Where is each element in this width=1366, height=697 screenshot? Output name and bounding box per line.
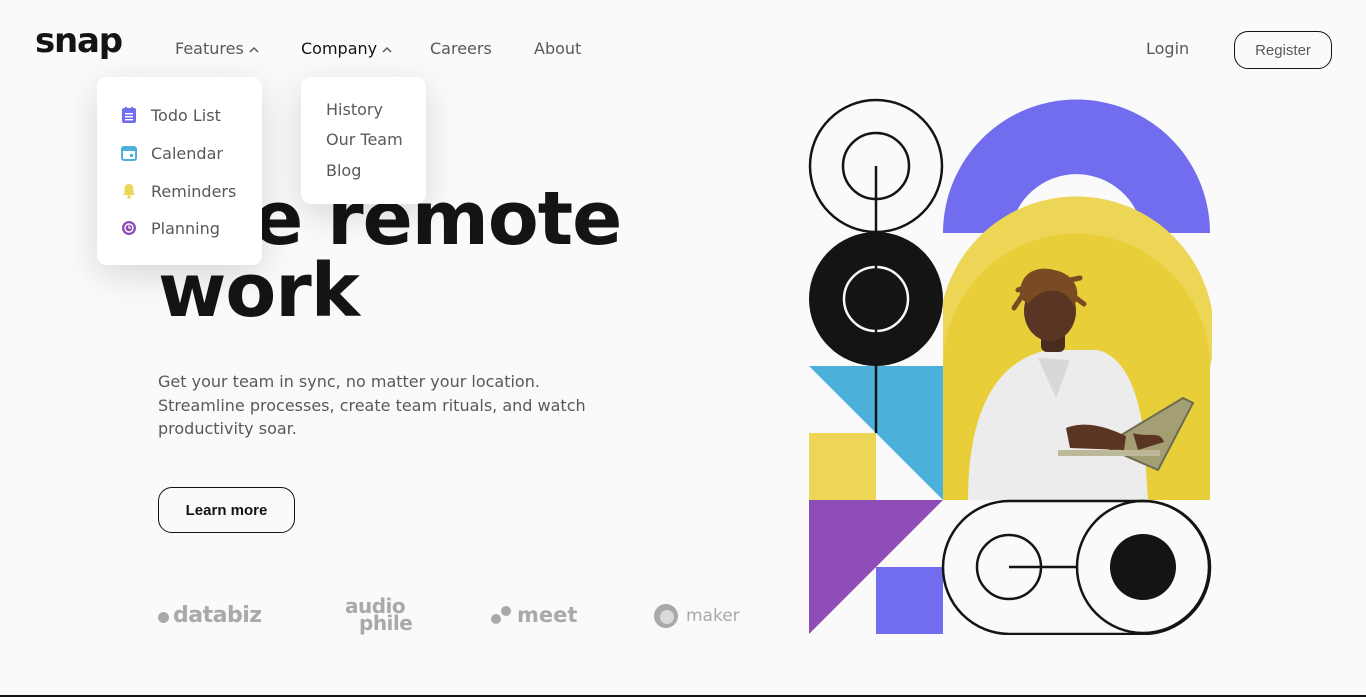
- purple-square-shape: [876, 567, 943, 634]
- nav-features-label: Features: [175, 39, 244, 58]
- databiz-wordmark: databiz: [173, 603, 262, 628]
- features-dropdown: Todo List Calendar Reminders Planning: [97, 77, 262, 265]
- audiophile-wordmark-bottom: phile: [359, 611, 413, 635]
- menu-item-reminders[interactable]: Reminders: [121, 181, 262, 201]
- menu-item-label: Planning: [151, 218, 220, 238]
- maker-circle-icon: [654, 604, 678, 628]
- bell-icon: [121, 183, 137, 199]
- nav-careers[interactable]: Careers: [430, 38, 492, 60]
- todo-list-icon: [121, 107, 137, 123]
- meet-logo: meet: [491, 603, 577, 627]
- nav-features[interactable]: Features: [175, 38, 259, 60]
- meet-wordmark: meet: [517, 603, 578, 627]
- menu-item-todo-list[interactable]: Todo List: [121, 105, 262, 125]
- menu-item-history[interactable]: History: [326, 99, 426, 119]
- hero-illustration: [808, 98, 1212, 635]
- audiophile-logo: audio phile: [345, 596, 413, 635]
- menu-item-blog[interactable]: Blog: [326, 160, 426, 180]
- chevron-up-icon: [249, 46, 259, 53]
- calendar-icon: [121, 145, 137, 161]
- databiz-dot-icon: [158, 612, 169, 623]
- menu-item-label: Calendar: [151, 143, 223, 163]
- menu-item-planning[interactable]: Planning: [121, 218, 262, 238]
- nav-about[interactable]: About: [534, 38, 581, 60]
- company-dropdown: History Our Team Blog: [301, 77, 426, 204]
- maker-logo: maker: [654, 604, 740, 628]
- yellow-square-shape: [809, 433, 876, 500]
- learn-more-button[interactable]: Learn more: [158, 487, 295, 533]
- maker-wordmark: maker: [686, 606, 740, 626]
- hero-description: Get your team in sync, no matter your lo…: [158, 372, 586, 438]
- menu-item-calendar[interactable]: Calendar: [121, 143, 262, 163]
- capsule-dot-shape: [1110, 534, 1176, 600]
- snap-logo[interactable]: snap: [35, 24, 123, 58]
- planning-icon: [121, 220, 137, 236]
- nav-company-label: Company: [301, 39, 378, 58]
- login-link[interactable]: Login: [1146, 38, 1189, 60]
- databiz-logo: databiz: [158, 603, 262, 628]
- menu-item-our-team[interactable]: Our Team: [326, 130, 426, 150]
- menu-item-label: Reminders: [151, 181, 237, 201]
- menu-item-label: Todo List: [151, 105, 221, 125]
- nav-company[interactable]: Company: [301, 38, 392, 60]
- meet-dots-icon: [491, 604, 513, 626]
- chevron-up-icon: [382, 46, 392, 53]
- register-button[interactable]: Register: [1234, 31, 1332, 69]
